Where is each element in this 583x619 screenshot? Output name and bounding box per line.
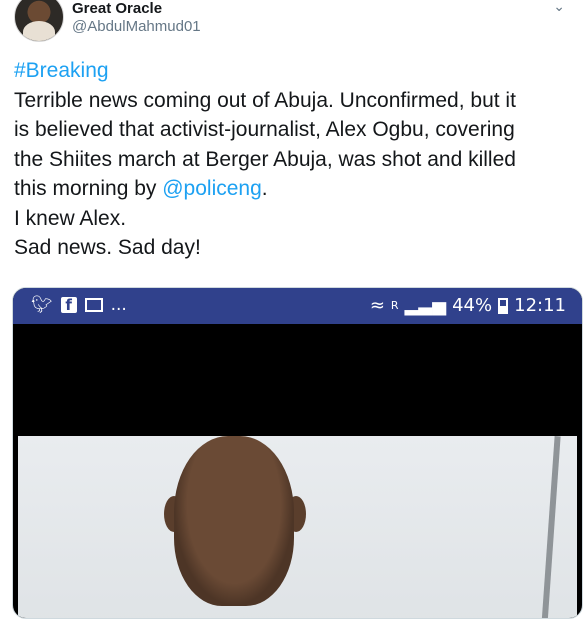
tweet-text-fragment: this morning by	[14, 177, 163, 200]
mail-icon	[84, 298, 103, 312]
user-handle[interactable]: @AbdulMahmud01	[72, 18, 201, 35]
phone-status-bar: 🐦︎ f ... ≈ R ▂▃▅ 44% 12:11	[13, 288, 582, 324]
photo-detail	[174, 436, 294, 606]
clock-time: 12:11	[514, 295, 566, 316]
signal-icon: ▂▃▅	[404, 295, 447, 316]
battery-percent: 44%	[452, 295, 493, 316]
photo-detail	[541, 436, 561, 618]
mention-link[interactable]: @policeng	[162, 177, 262, 200]
hashtag-link[interactable]: #Breaking	[14, 56, 574, 86]
photo-content	[18, 436, 577, 618]
avatar[interactable]	[14, 0, 64, 42]
tweet-media-image[interactable]: 🐦︎ f ... ≈ R ▂▃▅ 44% 12:11	[12, 287, 583, 619]
tweet-line: this morning by @policeng.	[14, 174, 574, 204]
roaming-indicator: R	[390, 299, 399, 312]
tweet-line: Sad news. Sad day!	[14, 236, 201, 259]
more-notifications-dots: ...	[110, 295, 127, 315]
facebook-icon: f	[60, 297, 77, 314]
twitter-bird-icon: 🐦︎	[31, 294, 53, 315]
tweet-line: the Shiites march at Berger Abuja, was s…	[14, 147, 516, 171]
tweet-line: is believed that activist-journalist, Al…	[14, 118, 515, 141]
battery-icon	[498, 297, 509, 314]
wifi-icon: ≈	[369, 295, 385, 316]
tweet-line: Terrible news coming out of Abuja. Uncon…	[14, 88, 516, 112]
tweet-text: #Breaking Terrible news coming out of Ab…	[14, 56, 574, 263]
display-name[interactable]: Great Oracle	[72, 0, 162, 17]
tweet-text-fragment: .	[261, 177, 268, 200]
chevron-down-icon[interactable]: ⌄	[553, 0, 565, 15]
tweet-line: I knew Alex.	[14, 206, 127, 230]
